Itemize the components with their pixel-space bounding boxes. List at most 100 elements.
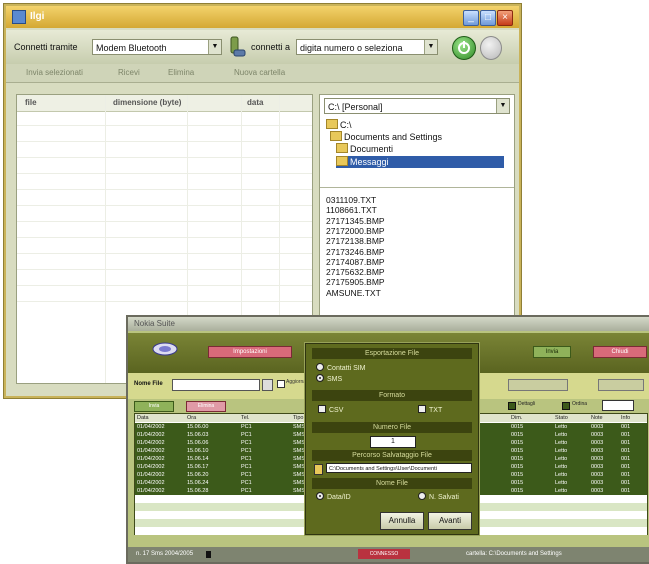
table-cell: PC1 (241, 432, 252, 438)
title-bar[interactable]: Nokia Suite (128, 317, 649, 331)
radio-icon (418, 492, 426, 500)
table-cell: PC1 (241, 448, 252, 454)
table-cell: 01/04/2002 (137, 456, 165, 462)
table-cell: SMS (293, 488, 305, 494)
delete-button[interactable]: Elimina (168, 68, 194, 77)
drive-select[interactable]: C:\ [Personal] ▼ (324, 98, 510, 114)
connect-button[interactable] (452, 36, 476, 60)
new-folder-button[interactable]: Nuova cartella (234, 68, 285, 77)
table-cell: 15.06.28 (187, 488, 209, 494)
receive-button[interactable]: Ricevi (118, 68, 140, 77)
send-tab[interactable]: Invia (134, 401, 174, 412)
chevron-down-icon: ▼ (208, 40, 221, 54)
column-header[interactable]: Data (137, 414, 149, 422)
folder-icon (336, 143, 348, 153)
tree-item-messaggi[interactable]: Messaggi (336, 156, 504, 168)
option-txt[interactable]: TXT (418, 405, 442, 416)
file-list-item[interactable]: 27174087.BMP (326, 257, 385, 267)
row-divider (17, 253, 312, 254)
device-select[interactable]: Modem Bluetooth ▼ (92, 39, 222, 55)
title-bar[interactable]: Ilgi _ □ × (6, 6, 519, 28)
table-cell: SMS (293, 456, 305, 462)
option-numero[interactable]: N. Salvati (418, 492, 459, 503)
number-select[interactable]: digita numero o seleziona ▼ (296, 39, 438, 55)
maximize-icon[interactable]: □ (480, 10, 496, 26)
table-cell: 0015 (511, 456, 524, 462)
tree-item-documents-settings[interactable]: Documents and Settings (330, 131, 442, 143)
browse-folder-icon[interactable] (314, 464, 323, 475)
file-list-item[interactable]: 27175632.BMP (326, 267, 385, 277)
settings-button[interactable]: Impostazioni (208, 346, 292, 358)
table-cell: 0003 (591, 480, 604, 486)
table-cell: 001 (621, 432, 631, 438)
table-cell: 0015 (511, 432, 524, 438)
column-header-file[interactable]: file (25, 95, 37, 111)
column-header[interactable]: Info (621, 414, 630, 422)
option-data[interactable]: Data/ID (316, 492, 351, 503)
details-checkbox[interactable] (508, 402, 516, 410)
row-divider (17, 285, 312, 286)
next-button[interactable]: Avanti (428, 512, 472, 530)
send-button[interactable]: Invia (533, 346, 571, 358)
column-header-date[interactable]: data (247, 95, 263, 111)
file-list-item[interactable]: 27172138.BMP (326, 236, 385, 246)
table-cell: PC1 (241, 424, 252, 430)
file-list-item[interactable]: 0311109.TXT (326, 195, 376, 205)
row-control-button[interactable] (598, 379, 644, 391)
refresh-checkbox[interactable] (277, 380, 285, 388)
table-cell: Letto (555, 448, 568, 454)
status-indicator-icon (206, 551, 211, 558)
column-header[interactable]: Dim. (511, 414, 522, 422)
table-cell: 0015 (511, 472, 524, 478)
tree-item-documenti[interactable]: Documenti (336, 143, 393, 155)
percorso-input[interactable]: C:\Documents and Settings\User\Documenti (326, 463, 472, 473)
table-cell: Letto (555, 488, 568, 494)
file-list-item[interactable]: 27172000.BMP (326, 226, 385, 236)
file-list-item[interactable]: 1108661.TXT (326, 205, 377, 215)
numero-file-input[interactable]: 1 (370, 436, 416, 448)
column-header[interactable]: Tipo (293, 414, 304, 422)
table-cell: 15.06.24 (187, 480, 209, 486)
file-list-item[interactable]: 27171345.BMP (326, 216, 385, 226)
close-icon[interactable]: × (497, 10, 513, 26)
connection-status: CONNESSO (358, 549, 410, 559)
minimize-icon[interactable]: _ (463, 10, 479, 26)
option-label: CSV (329, 407, 344, 414)
table-cell: Letto (555, 424, 568, 430)
table-cell: 0003 (591, 448, 604, 454)
cancel-button[interactable]: Annulla (380, 512, 424, 530)
disconnect-button[interactable] (480, 36, 502, 60)
radio-selected-icon (316, 374, 324, 382)
delete-tab[interactable]: Elimina (186, 401, 226, 412)
row-divider (17, 301, 312, 302)
row-divider (17, 205, 312, 206)
sort-select[interactable] (602, 400, 634, 411)
search-input[interactable] (172, 379, 260, 391)
close-button[interactable]: Chiudi (593, 346, 647, 358)
table-cell: 0003 (591, 424, 604, 430)
row-control-button[interactable] (508, 379, 568, 391)
option-csv[interactable]: CSV (318, 405, 343, 416)
browse-icon[interactable] (262, 379, 273, 391)
send-selected-button[interactable]: Invia selezionati (26, 68, 83, 77)
file-list-item[interactable]: 27175905.BMP (326, 277, 385, 287)
column-header[interactable]: Note (591, 414, 603, 422)
number-value: digita numero o seleziona (300, 43, 403, 53)
radio-icon (316, 363, 324, 371)
table-cell: SMS (293, 432, 305, 438)
option-label: SMS (327, 376, 343, 383)
tree-item-drive[interactable]: C:\ (326, 119, 352, 131)
option-label: N. Salvati (429, 494, 459, 501)
sort-checkbox[interactable] (562, 402, 570, 410)
column-header[interactable]: Stato (555, 414, 568, 422)
column-header-size[interactable]: dimensione (byte) (113, 95, 181, 111)
table-cell: 0003 (591, 432, 604, 438)
file-list-item[interactable]: AMSUNE.TXT (326, 288, 381, 298)
option-contatti[interactable]: Contatti SIM (316, 363, 366, 374)
table-cell: Letto (555, 432, 568, 438)
section-header-formato: Formato (312, 390, 472, 401)
file-list-item[interactable]: 27173246.BMP (326, 247, 385, 257)
option-sms[interactable]: SMS (316, 374, 342, 385)
column-header[interactable]: Tel. (241, 414, 250, 422)
column-header[interactable]: Ora (187, 414, 196, 422)
